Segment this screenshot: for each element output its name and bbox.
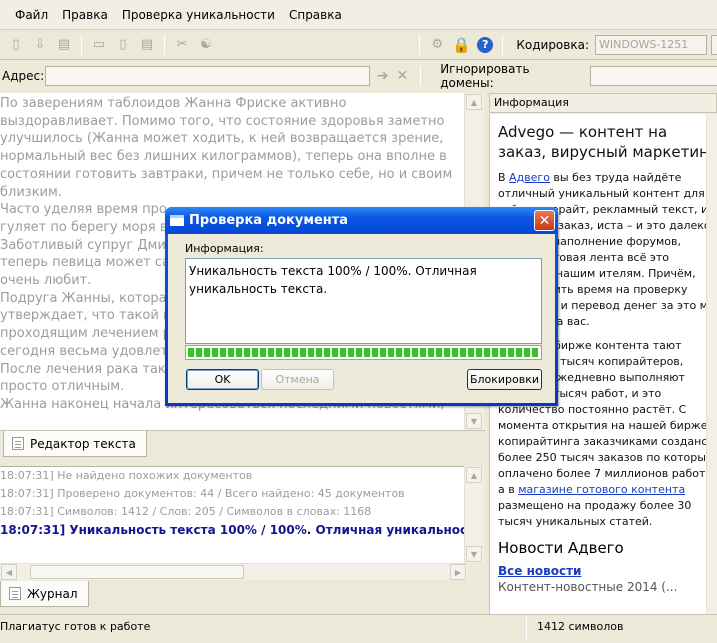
go-arrow-icon[interactable]: ➔ [377, 68, 389, 84]
check-document-dialog: Проверка документа ✕ Информация: Уникаль… [165, 207, 558, 406]
editor-line: состоянии готовить завтраки, причем не т… [0, 166, 453, 182]
info-vertical-scrollbar[interactable] [706, 114, 717, 614]
menu-file[interactable]: Файл [8, 8, 55, 22]
paste-icon[interactable]: ▤ [137, 35, 157, 55]
journal-icon [9, 587, 21, 600]
editor-line: близким. [0, 184, 62, 200]
dialog-body: Информация: Уникальность текста 100% / 1… [168, 234, 555, 403]
dialog-info-label: Информация: [185, 242, 264, 255]
scroll-thumb[interactable] [30, 565, 244, 579]
log-vertical-scrollbar[interactable]: ▲ ▼ [464, 466, 484, 563]
log-line: 18:07:31] Не найдено похожих документов [0, 469, 253, 482]
check-globe-icon[interactable]: ☯ [196, 35, 216, 55]
dialog-title: Проверка документа [189, 213, 349, 228]
editor-line: улучшилось (Жанна может ходить, к ней во… [0, 131, 444, 147]
copy-icon[interactable]: ▯ [113, 35, 133, 55]
status-divider [526, 617, 527, 639]
char-count: 1412 символов [537, 620, 624, 633]
info-text: В [498, 171, 510, 184]
ok-button[interactable]: OK [186, 369, 259, 390]
address-bar: Адрес: ➔ ✕ Игнорировать домены: [0, 61, 717, 91]
toolbar-separator [164, 34, 165, 55]
info-panel-header: Информация [489, 93, 717, 113]
menu-bar: Файл Правка Проверка уникальности Справк… [0, 0, 717, 30]
advego-link[interactable]: Адвего [509, 171, 550, 184]
info-title: Advego — контент на заказ, вирусный марк… [498, 123, 717, 161]
dialog-titlebar[interactable]: Проверка документа [165, 207, 558, 234]
news-item[interactable]: Контент-новостные 2014 (... [498, 580, 717, 594]
log-line: 18:07:31] Проверено документов: 44 / Все… [0, 487, 405, 500]
news-title: Новости Адвего [498, 539, 624, 557]
log-horizontal-scrollbar[interactable]: ◀ ▶ [0, 563, 468, 580]
cancel-button[interactable]: Отмена [261, 369, 334, 390]
toolbar-separator [420, 66, 422, 86]
all-news-link[interactable]: Все новости [498, 564, 581, 578]
dialog-message: Уникальность текста 100% / 100%. Отлична… [185, 258, 542, 344]
info-text: размещено на продажу более 30 тысяч уник… [498, 499, 692, 528]
log-panel: 18:07:31] Не найдено похожих документов … [0, 466, 468, 563]
log-tab-bar: Журнал [0, 581, 485, 613]
address-label: Адрес: [2, 69, 45, 83]
tab-text-editor-label: Редактор текста [30, 436, 136, 451]
window-icon [170, 215, 184, 226]
editor-line: выздоравливает. Помимо того, что состоян… [0, 113, 445, 129]
settings-gear-icon[interactable]: ⚙ [427, 35, 447, 55]
toolbar-separator [502, 34, 504, 55]
tab-text-editor[interactable]: Редактор текста [3, 431, 147, 457]
check-plagiarism-icon[interactable]: ✂ [172, 35, 192, 55]
progress-fill [188, 348, 539, 357]
scroll-left-icon[interactable]: ◀ [1, 564, 17, 580]
ignore-domains-input[interactable] [590, 66, 717, 86]
save-icon[interactable]: ▤ [54, 35, 74, 55]
toolbar-separator [419, 34, 421, 55]
menu-edit[interactable]: Правка [55, 8, 115, 22]
scroll-down-icon[interactable]: ▼ [466, 413, 482, 429]
open-url-icon[interactable]: ⇩ [30, 35, 50, 55]
encoding-label: Кодировка: [516, 37, 589, 52]
content-shop-link[interactable]: магазине готового контента [518, 483, 685, 496]
menu-uniqueness-check[interactable]: Проверка уникальности [115, 8, 282, 22]
toolbar-separator [81, 34, 82, 55]
status-text: Плагиатус готов к работе [0, 620, 151, 633]
scroll-right-icon[interactable]: ▶ [450, 564, 466, 580]
menu-help[interactable]: Справка [282, 8, 349, 22]
lock-icon[interactable]: 🔒 [451, 35, 471, 55]
close-icon[interactable]: ✕ [534, 210, 555, 231]
new-document-icon[interactable]: ▯ [6, 35, 26, 55]
help-icon-button[interactable]: ? [475, 35, 495, 55]
address-input[interactable] [44, 66, 370, 86]
editor-line: По заверениям таблоидов Жанна Фриске акт… [0, 96, 347, 111]
cut-icon[interactable]: ▭ [89, 35, 109, 55]
scroll-up-icon[interactable]: ▲ [466, 467, 482, 483]
encoding-select-extra[interactable] [711, 34, 717, 55]
tab-journal[interactable]: Журнал [0, 581, 89, 607]
toolbar: ▯ ⇩ ▤ ▭ ▯ ▤ ✂ ☯ ⚙ 🔒 ? Кодировка: WINDOWS… [0, 30, 717, 60]
log-result-line: 18:07:31] Уникальность текста 100% / 100… [0, 523, 468, 537]
editor-tab-bar: Редактор текста [0, 430, 485, 458]
document-icon [12, 437, 24, 450]
status-bar: Плагиатус готов к работе 1412 символов [0, 614, 717, 643]
blocking-button[interactable]: Блокировки [467, 369, 542, 390]
scroll-down-icon[interactable]: ▼ [466, 546, 482, 562]
clear-icon[interactable]: ✕ [396, 68, 408, 84]
encoding-select[interactable]: WINDOWS-1251 [595, 34, 707, 55]
tab-journal-label: Журнал [27, 586, 78, 601]
help-icon: ? [477, 36, 494, 53]
scroll-up-icon[interactable]: ▲ [466, 94, 482, 110]
ignore-domains-label: Игнорировать домены: [440, 62, 530, 90]
log-line: 18:07:31] Символов: 1412 / Слов: 205 / С… [0, 505, 372, 518]
progress-bar [185, 345, 542, 360]
editor-line: нормальный вес без лишних килограммов), … [0, 149, 447, 165]
